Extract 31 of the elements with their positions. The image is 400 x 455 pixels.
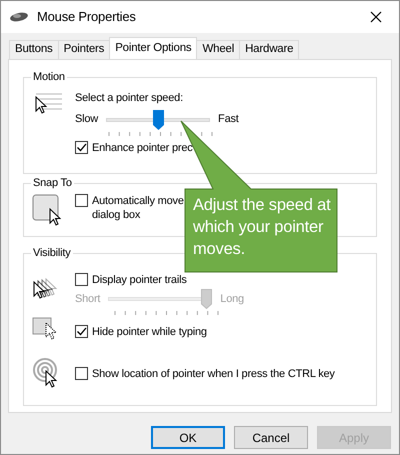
dialog-button[interactable]: OK — [151, 426, 225, 449]
slider-min-label: Slow — [75, 112, 98, 128]
mouse-icon — [9, 12, 29, 22]
tab[interactable]: Buttons — [9, 40, 59, 59]
checkbox[interactable] — [75, 367, 88, 380]
snap-button-icon — [32, 194, 64, 228]
slider-max-label: Fast — [218, 112, 239, 128]
dialog-button[interactable]: Cancel — [234, 426, 308, 449]
slider-thumb[interactable] — [152, 110, 164, 130]
slider[interactable] — [106, 110, 210, 130]
slider-max-label: Long — [220, 292, 244, 307]
option-label: Automatically move dialog box — [92, 194, 184, 222]
option-label: Show location of pointer when I press the CTRL key — [92, 367, 335, 381]
checkbox[interactable] — [75, 273, 88, 286]
option-label: Hide pointer while typing — [92, 325, 207, 339]
option-label: Enhance pointer prec — [92, 140, 193, 154]
group-title: Visibility — [31, 246, 73, 261]
checkmark-icon — [76, 142, 87, 152]
callout-text: Adjust the speed at which your pointer moves. — [193, 195, 332, 260]
group-title: Snap To — [31, 176, 74, 191]
speed-label: Select a pointer speed: — [75, 91, 184, 106]
window-title: Mouse Properties — [37, 8, 136, 26]
checkbox[interactable] — [75, 325, 88, 338]
tab[interactable]: Hardware — [239, 40, 300, 59]
close-icon — [370, 11, 382, 23]
option-label: Display pointer trails — [92, 273, 187, 287]
checkmark-icon — [76, 326, 87, 337]
tab[interactable]: Pointer Options — [109, 37, 198, 59]
checkbox[interactable] — [75, 194, 88, 207]
slider-min-label: Short — [75, 292, 100, 307]
checkbox[interactable] — [75, 140, 88, 154]
